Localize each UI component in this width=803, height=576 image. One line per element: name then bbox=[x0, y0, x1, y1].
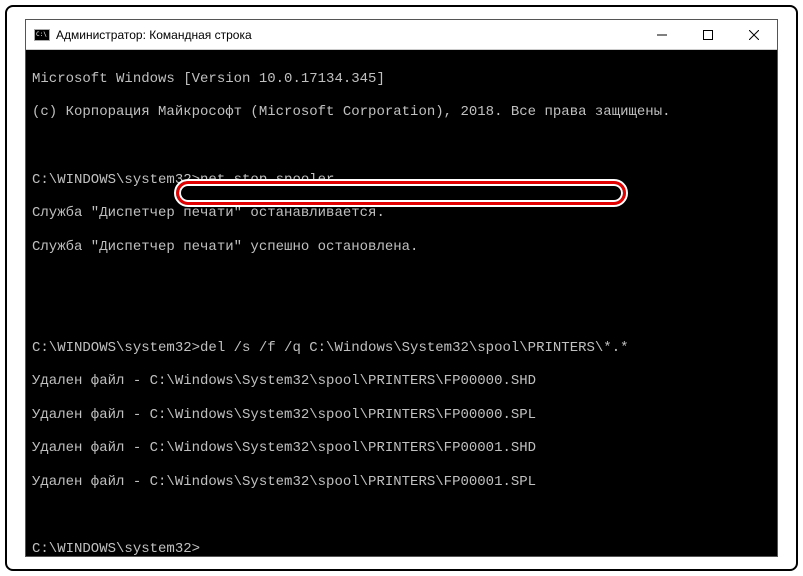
terminal-line bbox=[32, 272, 771, 289]
terminal-line bbox=[32, 508, 771, 525]
terminal-line: Microsoft Windows [Version 10.0.17134.34… bbox=[32, 71, 771, 88]
terminal-line: Служба "Диспетчер печати" успешно остано… bbox=[32, 239, 771, 256]
screenshot-frame: Администратор: Командная строка Microsof… bbox=[5, 5, 798, 571]
titlebar[interactable]: Администратор: Командная строка bbox=[26, 20, 777, 50]
maximize-button[interactable] bbox=[685, 20, 731, 49]
terminal-line: (c) Корпорация Майкрософт (Microsoft Cor… bbox=[32, 104, 771, 121]
terminal-line: Служба "Диспетчер печати" останавливаетс… bbox=[32, 205, 771, 222]
terminal-line: Удален файл - C:\Windows\System32\spool\… bbox=[32, 373, 771, 390]
cmd-window: Администратор: Командная строка Microsof… bbox=[25, 19, 778, 557]
terminal-body[interactable]: Microsoft Windows [Version 10.0.17134.34… bbox=[26, 50, 777, 556]
terminal-line: Удален файл - C:\Windows\System32\spool\… bbox=[32, 440, 771, 457]
close-button[interactable] bbox=[731, 20, 777, 49]
minimize-button[interactable] bbox=[639, 20, 685, 49]
terminal-line: C:\WINDOWS\system32>del /s /f /q C:\Wind… bbox=[32, 340, 771, 357]
terminal-line: C:\WINDOWS\system32> bbox=[32, 541, 771, 556]
window-title: Администратор: Командная строка bbox=[56, 28, 252, 42]
terminal-line: Удален файл - C:\Windows\System32\spool\… bbox=[32, 407, 771, 424]
cmd-icon bbox=[34, 29, 50, 41]
terminal-line: C:\WINDOWS\system32>net stop spooler bbox=[32, 172, 771, 189]
terminal-line bbox=[32, 138, 771, 155]
window-controls bbox=[639, 20, 777, 49]
terminal-line bbox=[32, 306, 771, 323]
terminal-line: Удален файл - C:\Windows\System32\spool\… bbox=[32, 474, 771, 491]
